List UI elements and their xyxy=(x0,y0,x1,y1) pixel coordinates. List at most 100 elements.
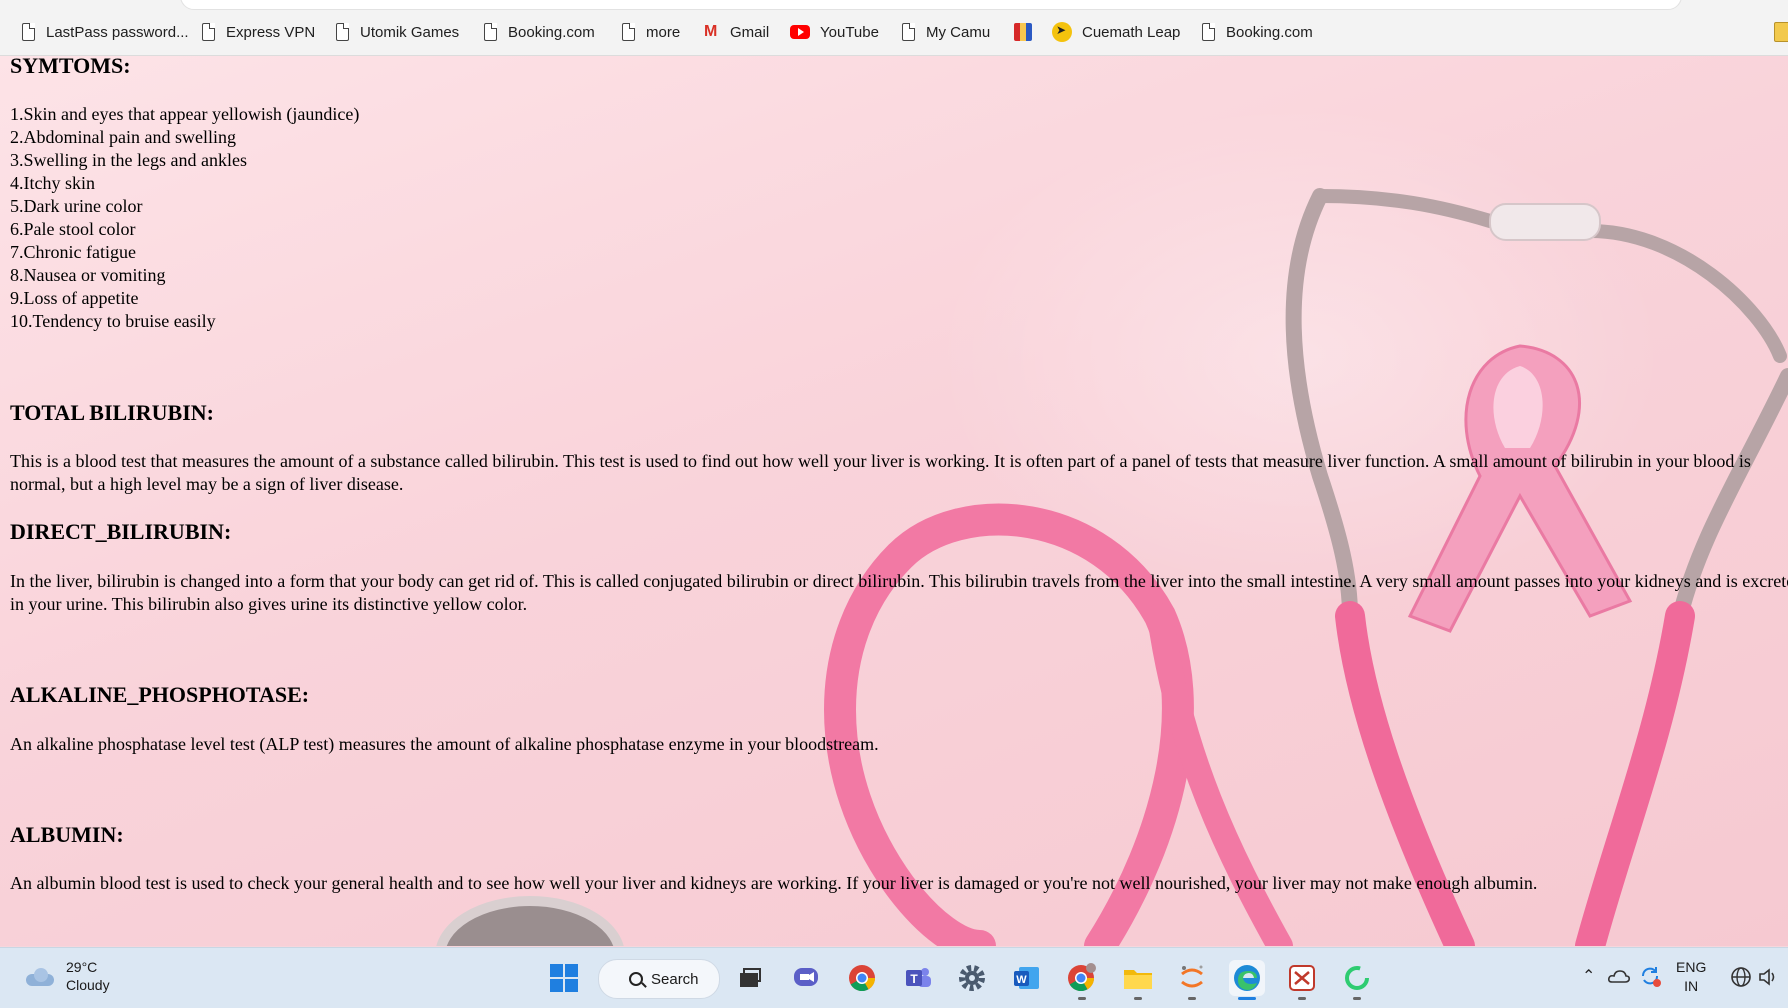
list-item: 9.Loss of appetite xyxy=(10,288,139,308)
list-item: 7.Chronic fatigue xyxy=(10,242,136,262)
jupyter-icon xyxy=(1181,965,1203,988)
sync-icon[interactable] xyxy=(1638,964,1662,988)
snipping-tool-button[interactable] xyxy=(1284,960,1320,1000)
bookmarks-folder-icon[interactable] xyxy=(1774,22,1788,42)
bookmark-label: Booking.com xyxy=(1226,23,1313,41)
taskbar-search[interactable]: Search xyxy=(598,959,720,999)
spinner-app-button[interactable] xyxy=(1339,960,1375,1000)
search-icon xyxy=(629,972,643,986)
chat-button[interactable] xyxy=(788,960,824,996)
total-bilirubin-text: This is a blood test that measures the a… xyxy=(10,451,1751,494)
language-code: ENG xyxy=(1676,959,1707,975)
folder-icon xyxy=(1124,970,1152,989)
file-explorer-button[interactable] xyxy=(1120,960,1156,1000)
cuemath-icon xyxy=(1052,22,1072,42)
direct-bilirubin-text: In the liver, bilirubin is changed into … xyxy=(10,571,1788,614)
chevron-up-icon[interactable]: ⌃ xyxy=(1582,966,1595,986)
jupyter-button[interactable] xyxy=(1174,960,1210,1000)
bookmarks-bar: LastPass password... Express VPN Utomik … xyxy=(0,0,1788,56)
camu-flag-icon xyxy=(1014,23,1032,41)
cloud-icon xyxy=(24,966,56,986)
file-icon xyxy=(900,23,916,41)
running-indicator xyxy=(1188,997,1196,1000)
bookmark-label: Gmail xyxy=(730,23,770,41)
gmail-icon: M xyxy=(704,23,718,40)
search-label: Search xyxy=(651,970,699,988)
file-icon xyxy=(1200,23,1216,41)
edge-icon xyxy=(1234,965,1260,991)
bookmark-more[interactable]: more xyxy=(620,20,680,44)
chat-icon xyxy=(794,968,818,986)
task-view-button[interactable] xyxy=(732,960,768,996)
bookmark-camu-flag[interactable] xyxy=(1014,20,1042,44)
chrome-icon xyxy=(849,965,876,992)
word-button[interactable]: W xyxy=(1009,960,1045,996)
file-icon xyxy=(200,23,216,41)
globe-icon[interactable] xyxy=(1730,966,1752,988)
bookmark-youtube[interactable]: YouTube xyxy=(790,20,879,44)
windows-icon xyxy=(550,964,578,992)
total-bilirubin-heading: TOTAL BILIRUBIN: xyxy=(10,400,214,425)
bookmark-gmail[interactable]: M Gmail xyxy=(704,20,769,44)
snip-icon xyxy=(1289,965,1315,991)
running-indicator xyxy=(1078,997,1086,1000)
weather-temp: 29°C xyxy=(66,959,98,975)
teams-button[interactable]: T xyxy=(900,960,936,996)
svg-text:W: W xyxy=(1016,974,1027,986)
address-bar-edge[interactable] xyxy=(180,0,1682,10)
chrome-button[interactable] xyxy=(844,960,880,996)
edge-button[interactable] xyxy=(1229,960,1265,1000)
list-item: 6.Pale stool color xyxy=(10,219,136,239)
running-indicator xyxy=(1134,997,1142,1000)
bookmark-label: Cuemath Leap xyxy=(1082,23,1181,41)
weather-widget[interactable]: 29°C Cloudy xyxy=(24,958,110,994)
list-item: 1.Skin and eyes that appear yellowish (j… xyxy=(10,104,360,124)
symptoms-list: 1.Skin and eyes that appear yellowish (j… xyxy=(10,103,359,333)
list-item: 4.Itchy skin xyxy=(10,173,95,193)
svg-text:T: T xyxy=(910,972,918,986)
list-item: 3.Swelling in the legs and ankles xyxy=(10,150,247,170)
bookmark-utomik-games[interactable]: Utomik Games xyxy=(334,20,459,44)
file-icon xyxy=(20,23,36,41)
running-indicator xyxy=(1353,997,1361,1000)
albumin-heading: ALBUMIN: xyxy=(10,822,124,847)
list-item: 10.Tendency to bruise easily xyxy=(10,311,216,331)
chrome-profile-button[interactable] xyxy=(1064,960,1100,1000)
bookmark-my-camu[interactable]: My Camu xyxy=(900,20,990,44)
bookmark-label: LastPass password... xyxy=(46,23,189,41)
bookmark-label: YouTube xyxy=(820,23,879,41)
alkaline-phosphotase-text: An alkaline phosphatase level test (ALP … xyxy=(10,734,879,754)
bookmark-label: My Camu xyxy=(926,23,991,41)
albumin-text: An albumin blood test is used to check y… xyxy=(10,873,1538,893)
active-indicator xyxy=(1238,997,1256,1000)
file-icon xyxy=(334,23,350,41)
alkaline-phosphotase-heading: ALKALINE_PHOSPHOTASE: xyxy=(10,682,310,707)
list-item: 2.Abdominal pain and swelling xyxy=(10,127,236,147)
bookmark-label: Booking.com xyxy=(508,23,595,41)
region-code: IN xyxy=(1684,978,1699,994)
gear-icon xyxy=(959,965,985,991)
list-item: 8.Nausea or vomiting xyxy=(10,265,166,285)
bookmark-lastpass[interactable]: LastPass password... xyxy=(20,20,189,44)
teams-icon: T xyxy=(906,968,931,987)
language-indicator[interactable]: ENG IN xyxy=(1676,958,1706,996)
chrome-icon xyxy=(1068,963,1096,992)
youtube-icon xyxy=(790,25,810,39)
bookmark-label: Express VPN xyxy=(226,23,316,41)
taskbar: 29°C Cloudy Search T W ⌃ ENG IN xyxy=(0,947,1788,1008)
direct-bilirubin-heading: DIRECT_BILIRUBIN: xyxy=(10,519,232,544)
settings-button[interactable] xyxy=(954,960,990,996)
speaker-icon[interactable] xyxy=(1758,968,1780,986)
file-icon xyxy=(620,23,636,41)
bookmark-booking[interactable]: Booking.com xyxy=(482,20,595,44)
bookmark-booking-2[interactable]: Booking.com xyxy=(1200,20,1313,44)
bookmark-express-vpn[interactable]: Express VPN xyxy=(200,20,315,44)
onedrive-icon[interactable] xyxy=(1608,968,1630,984)
start-button[interactable] xyxy=(546,960,582,996)
bookmark-cuemath-leap[interactable]: Cuemath Leap xyxy=(1052,20,1180,44)
word-icon: W xyxy=(1014,967,1039,989)
running-indicator xyxy=(1298,997,1306,1000)
symptoms-heading: SYMTOMS: xyxy=(10,56,131,78)
web-page: SYMTOMS: 1.Skin and eyes that appear yel… xyxy=(0,56,1788,946)
bookmark-label: more xyxy=(646,23,681,41)
